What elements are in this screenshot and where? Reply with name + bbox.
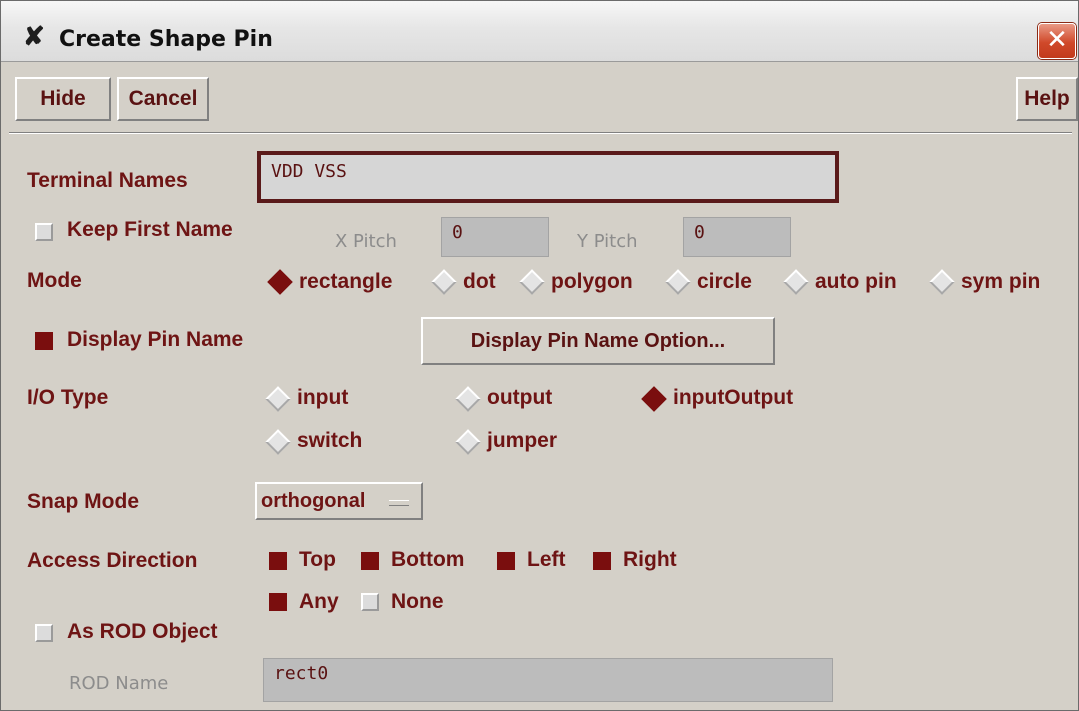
hide-button[interactable]: Hide xyxy=(15,77,111,121)
snap-mode-value: orthogonal xyxy=(261,490,366,512)
as-rod-object-checkbox[interactable] xyxy=(35,624,53,642)
io-switch-radio[interactable] xyxy=(265,429,291,455)
access-top-checkbox[interactable] xyxy=(269,552,287,570)
display-pin-name-option-button[interactable]: Display Pin Name Option... xyxy=(421,317,775,365)
terminal-names-input[interactable]: VDD VSS xyxy=(257,151,839,203)
mode-circle-radio[interactable] xyxy=(665,269,691,295)
app-icon: ✘ xyxy=(23,21,45,51)
access-left-checkbox[interactable] xyxy=(497,552,515,570)
create-shape-pin-window: ✘ Create Shape Pin ✕ Hide Cancel Help Te… xyxy=(0,0,1079,711)
mode-sym-pin-label: sym pin xyxy=(961,270,1041,293)
y-pitch-label: Y Pitch xyxy=(577,231,638,252)
io-inputoutput-radio[interactable] xyxy=(641,386,667,412)
access-top-label: Top xyxy=(299,548,336,571)
x-pitch-input[interactable]: 0 xyxy=(441,217,549,257)
mode-rectangle-radio[interactable] xyxy=(267,269,293,295)
mode-dot-label: dot xyxy=(463,270,496,293)
as-rod-object-label: As ROD Object xyxy=(67,620,218,643)
access-none-checkbox[interactable] xyxy=(361,593,379,611)
close-button[interactable]: ✕ xyxy=(1038,23,1076,59)
io-output-label: output xyxy=(487,386,553,409)
rod-name-input[interactable]: rect0 xyxy=(263,658,833,702)
window-title: Create Shape Pin xyxy=(59,27,273,52)
mode-auto-pin-label: auto pin xyxy=(815,270,897,293)
help-button[interactable]: Help xyxy=(1016,77,1078,121)
y-pitch-input[interactable]: 0 xyxy=(683,217,791,257)
access-bottom-checkbox[interactable] xyxy=(361,552,379,570)
access-left-label: Left xyxy=(527,548,566,571)
x-pitch-label: X Pitch xyxy=(335,231,397,252)
keep-first-name-label: Keep First Name xyxy=(67,218,233,241)
io-input-label: input xyxy=(297,386,349,409)
option-menu-indicator-icon xyxy=(389,500,409,506)
io-type-label: I/O Type xyxy=(27,386,109,409)
access-right-label: Right xyxy=(623,548,677,571)
mode-polygon-label: polygon xyxy=(551,270,633,293)
snap-mode-label: Snap Mode xyxy=(27,490,140,513)
io-jumper-radio[interactable] xyxy=(455,429,481,455)
io-switch-label: switch xyxy=(297,429,363,452)
title-bar[interactable]: ✘ Create Shape Pin ✕ xyxy=(1,1,1078,62)
close-icon: ✕ xyxy=(1046,25,1068,55)
access-none-label: None xyxy=(391,590,444,613)
io-input-radio[interactable] xyxy=(265,386,291,412)
mode-auto-pin-radio[interactable] xyxy=(783,269,809,295)
mode-label: Mode xyxy=(27,269,82,292)
io-jumper-label: jumper xyxy=(487,429,558,452)
mode-rectangle-label: rectangle xyxy=(299,270,393,293)
display-pin-name-checkbox[interactable] xyxy=(35,332,53,350)
access-direction-label: Access Direction xyxy=(27,549,198,572)
mode-polygon-radio[interactable] xyxy=(519,269,545,295)
io-inputoutput-label: inputOutput xyxy=(673,386,794,409)
mode-dot-radio[interactable] xyxy=(431,269,457,295)
toolbar-separator xyxy=(9,132,1072,134)
io-output-radio[interactable] xyxy=(455,386,481,412)
access-right-checkbox[interactable] xyxy=(593,552,611,570)
rod-name-label: ROD Name xyxy=(69,673,169,694)
access-bottom-label: Bottom xyxy=(391,548,465,571)
access-any-label: Any xyxy=(299,590,339,613)
keep-first-name-checkbox[interactable] xyxy=(35,223,53,241)
display-pin-name-label: Display Pin Name xyxy=(67,328,244,351)
mode-circle-label: circle xyxy=(697,270,752,293)
access-any-checkbox[interactable] xyxy=(269,593,287,611)
mode-sym-pin-radio[interactable] xyxy=(929,269,955,295)
snap-mode-select[interactable]: orthogonal xyxy=(255,482,423,520)
terminal-names-label: Terminal Names xyxy=(27,169,188,192)
cancel-button[interactable]: Cancel xyxy=(117,77,209,121)
